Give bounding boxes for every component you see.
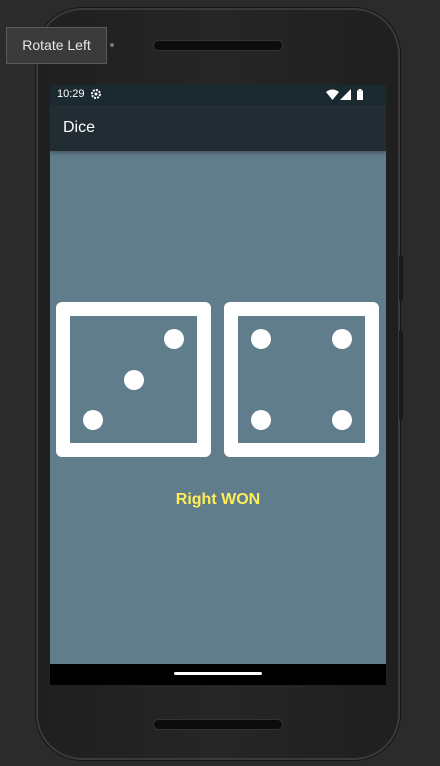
die-pip: [164, 329, 184, 349]
tooltip-label: Rotate Left: [22, 37, 91, 53]
die-pip: [251, 410, 271, 430]
die-pip: [251, 329, 271, 349]
die-pip: [83, 410, 103, 430]
right-die[interactable]: [224, 302, 379, 457]
navigation-bar: [50, 664, 386, 685]
left-die[interactable]: [56, 302, 211, 457]
signal-icon: [340, 89, 351, 100]
status-bar: 10:29: [50, 85, 386, 105]
die-pip: [332, 329, 352, 349]
tooltip-pointer: [110, 43, 114, 47]
emulator-stage: Rotate Left 10:29 Dice Right WON: [0, 0, 440, 766]
volume-button[interactable]: [399, 330, 403, 420]
rotate-left-tooltip: Rotate Left: [6, 27, 107, 64]
die-pip: [332, 410, 352, 430]
bottom-speaker: [153, 719, 283, 730]
result-text: Right WON: [175, 491, 261, 508]
power-button[interactable]: [399, 255, 403, 301]
battery-icon: [357, 89, 363, 100]
app-title: Dice: [63, 119, 96, 136]
app-bar: Dice: [50, 105, 386, 151]
status-time: 10:29: [57, 88, 85, 100]
home-indicator[interactable]: [174, 672, 262, 675]
wifi-icon: [326, 89, 339, 100]
device-screen: 10:29 Dice Right WON: [50, 85, 386, 685]
die-pip: [123, 369, 144, 390]
gear-icon: [91, 89, 101, 99]
top-speaker: [153, 40, 283, 51]
